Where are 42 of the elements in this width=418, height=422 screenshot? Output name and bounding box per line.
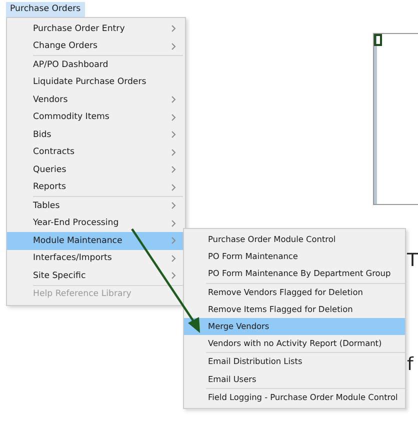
menu-item[interactable]: Reports <box>7 178 185 196</box>
menu-item[interactable]: Email Distribution Lists <box>184 353 405 370</box>
menu-item[interactable]: Year-End Processing <box>7 214 185 232</box>
chevron-right-icon <box>171 148 176 156</box>
menu-item[interactable]: Module Maintenance <box>7 232 185 250</box>
background-text: T <box>407 251 418 271</box>
menu-item[interactable]: Contracts <box>7 144 185 161</box>
menu-item[interactable]: Bids <box>7 126 185 144</box>
chevron-right-icon <box>171 184 176 191</box>
window-corner-icon <box>374 34 382 46</box>
chevron-right-icon <box>171 220 176 227</box>
menu-item[interactable]: PO Form Maintenance <box>184 248 405 266</box>
menu-item[interactable]: Vendors <box>7 91 185 108</box>
menu-item[interactable]: AP/PO Dashboard <box>7 56 185 74</box>
menu-title[interactable]: Purchase Orders <box>6 2 85 17</box>
menu-item[interactable]: Queries <box>7 161 185 178</box>
menu-item[interactable]: PO Form Maintenance By Department Group <box>184 265 405 283</box>
chevron-right-icon <box>171 237 176 244</box>
chevron-right-icon <box>171 166 176 174</box>
chevron-right-icon <box>171 96 176 104</box>
menu-item[interactable]: Site Specific <box>7 267 185 284</box>
menu-item[interactable]: Remove Vendors Flagged for Deletion <box>184 284 405 301</box>
menu-item[interactable]: Purchase Order Entry <box>7 20 185 38</box>
chevron-right-icon <box>171 114 176 121</box>
menu-item[interactable]: Merge Vendors <box>184 318 405 336</box>
menu-item[interactable]: Remove Items Flagged for Deletion <box>184 300 405 318</box>
menu-item[interactable]: Tables <box>7 197 185 214</box>
menu-item[interactable]: Vendors with no Activity Report (Dormant) <box>184 335 405 352</box>
chevron-right-icon <box>171 202 176 210</box>
chevron-right-icon <box>171 42 176 50</box>
chevron-right-icon <box>171 272 176 280</box>
menu-item[interactable]: Commodity Items <box>7 108 185 126</box>
menu-item[interactable]: Interfaces/Imports <box>7 250 185 267</box>
menu-item[interactable]: Field Logging - Purchase Order Module Control <box>184 388 405 406</box>
background-text: f <box>407 355 414 375</box>
chevron-right-icon <box>171 25 176 32</box>
menu-item[interactable]: Purchase Order Module Control <box>184 231 405 248</box>
chevron-right-icon <box>171 254 176 262</box>
menu-item[interactable]: Liquidate Purchase Orders <box>7 74 185 91</box>
menu-item[interactable]: Email Users <box>184 370 405 388</box>
chevron-right-icon <box>171 131 176 138</box>
menu-item[interactable]: Change Orders <box>7 38 185 55</box>
